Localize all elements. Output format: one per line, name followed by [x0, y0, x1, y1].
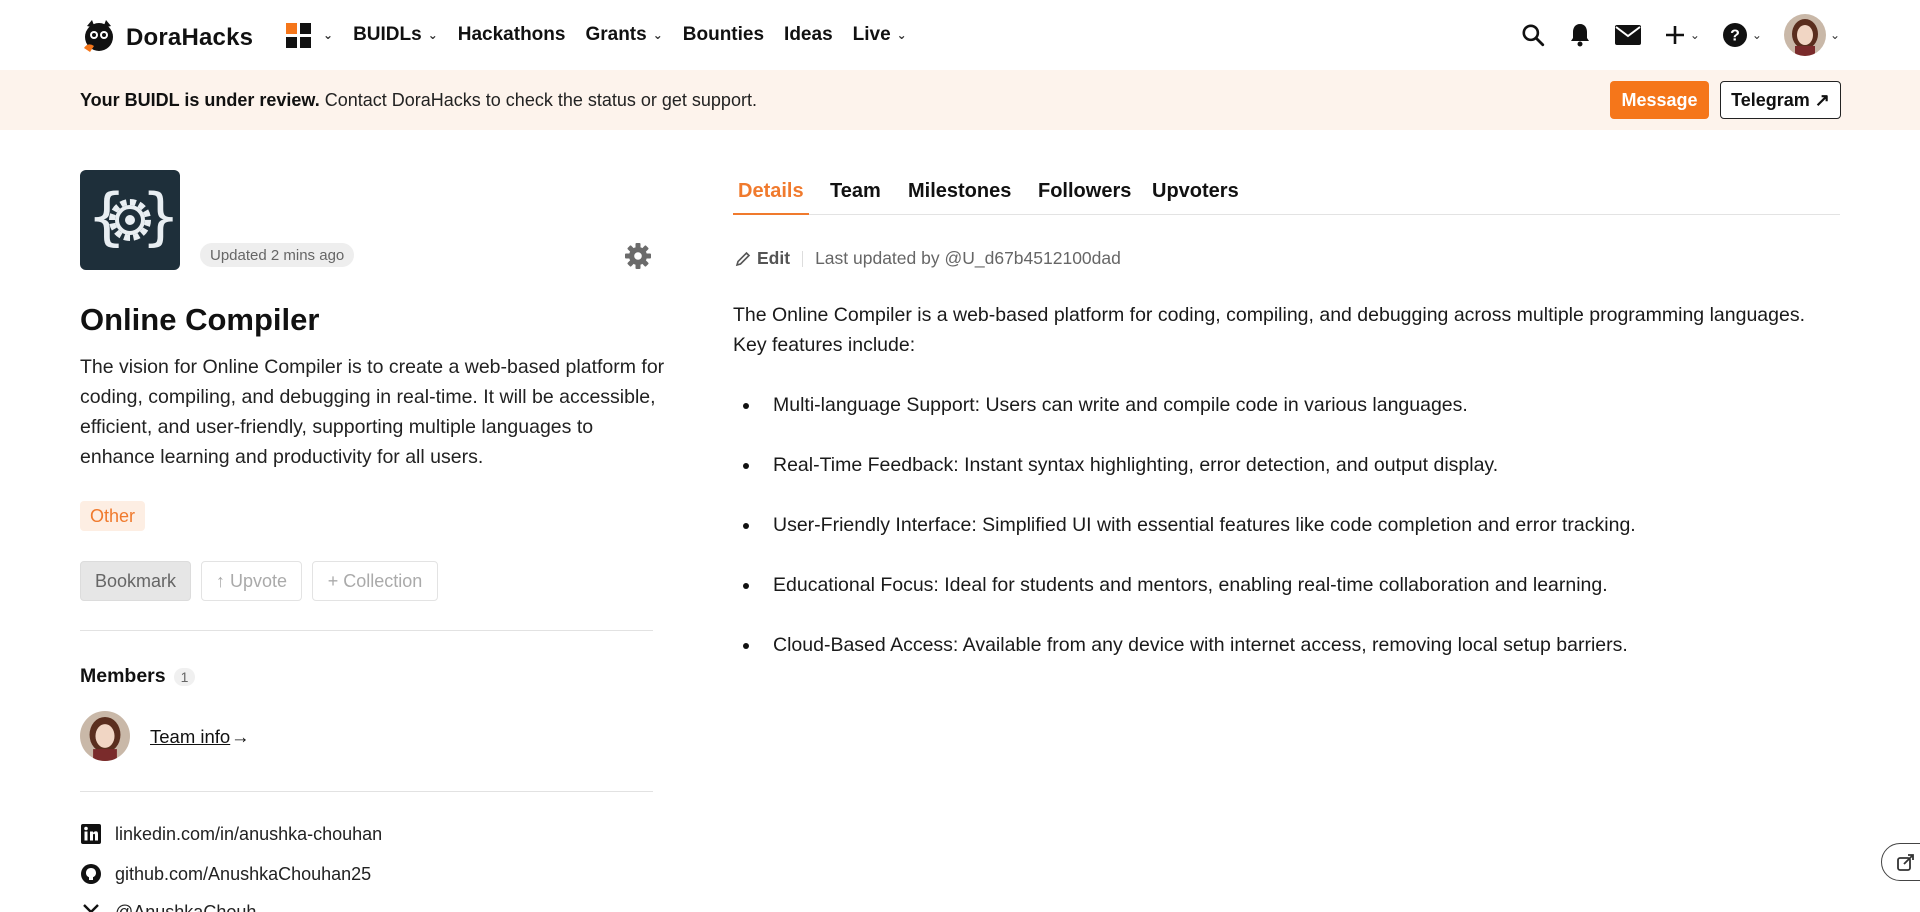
github-url: github.com/AnushkaChouhan25: [115, 863, 372, 884]
members-count-badge: 1: [173, 667, 196, 686]
members-title: Members: [80, 665, 166, 687]
list-item: Educational Focus: Ideal for students an…: [733, 570, 1843, 600]
project-title: Online Compiler: [80, 302, 320, 337]
divider: [80, 630, 653, 631]
chevron-down-icon: ⌄: [323, 28, 334, 42]
brand[interactable]: DoraHacks: [80, 16, 253, 59]
tab-upvoters[interactable]: Upvoters: [1147, 180, 1244, 215]
bookmark-button[interactable]: Bookmark: [80, 561, 191, 601]
brand-name: DoraHacks: [126, 23, 254, 51]
banner-bold: Your BUIDL is under review.: [80, 90, 320, 110]
svg-text:?: ?: [1730, 28, 1740, 45]
arrow-right-icon: →: [231, 726, 250, 747]
project-logo: { }: [80, 170, 180, 270]
github-icon: [80, 863, 102, 885]
create-menu[interactable]: ⌄: [1664, 24, 1700, 46]
chevron-down-icon: ⌄: [1829, 28, 1840, 42]
code-gear-icon: { }: [88, 180, 179, 253]
help-icon: ?: [1722, 23, 1747, 47]
pencil-icon: [735, 251, 751, 266]
nav-item-hackathons[interactable]: Hackathons: [458, 24, 566, 46]
project-description: The vision for Online Compiler is to cre…: [80, 356, 665, 468]
banner-text: Contact DoraHacks to check the status or…: [319, 90, 757, 110]
nav-item-label: BUIDLs: [353, 24, 422, 45]
nav-item-label: Live: [852, 24, 891, 45]
project-tabs: Details Team Milestones Followers Upvote…: [733, 180, 1840, 215]
social-github[interactable]: github.com/AnushkaChouhan25: [80, 863, 371, 885]
gear-icon[interactable]: [624, 242, 652, 270]
chevron-down-icon: ⌄: [1751, 28, 1762, 42]
apps-grid-icon: [286, 22, 311, 48]
nav-item-buidls[interactable]: BUIDLs ⌄: [353, 24, 438, 46]
member-avatar[interactable]: [80, 711, 130, 761]
chevron-down-icon: ⌄: [896, 28, 907, 42]
list-item: Cloud-Based Access: Available from any d…: [733, 630, 1843, 660]
message-button[interactable]: Message: [1610, 81, 1709, 119]
x-handle: @AnushkaChouh...: [115, 901, 272, 912]
nav-actions: ⌄ ? ⌄ ⌄: [1520, 0, 1840, 70]
nav-item-grants[interactable]: Grants ⌄: [585, 24, 662, 46]
avatar: [1783, 14, 1826, 56]
nav-item-bounties[interactable]: Bounties: [683, 24, 764, 46]
share-button[interactable]: [1881, 843, 1920, 881]
chevron-down-icon: ⌄: [652, 28, 663, 42]
linkedin-url: linkedin.com/in/anushka-chouhan: [115, 823, 383, 844]
plus-icon: [1665, 26, 1684, 44]
nav-item-ideas[interactable]: Ideas: [784, 24, 833, 46]
apps-menu[interactable]: ⌄: [286, 22, 334, 48]
list-item: Real-Time Feedback: Instant syntax highl…: [733, 450, 1843, 480]
top-navbar: DoraHacks ⌄ BUIDLs ⌄ Hackathons Grants ⌄…: [0, 0, 1920, 70]
nav-item-label: Ideas: [784, 24, 833, 45]
members-heading: Members 1: [80, 665, 196, 688]
category-tag[interactable]: Other: [80, 501, 146, 531]
telegram-button[interactable]: Telegram ↗: [1720, 81, 1841, 119]
main-nav: ⌄ BUIDLs ⌄ Hackathons Grants ⌄ Bounties …: [286, 0, 927, 70]
tab-followers[interactable]: Followers: [1033, 180, 1136, 215]
nav-item-label: Hackathons: [457, 24, 566, 45]
upvote-button[interactable]: ↑ Upvote: [201, 561, 302, 601]
social-x[interactable]: @AnushkaChouh...: [80, 901, 271, 912]
linkedin-icon: [80, 823, 102, 845]
mail-icon[interactable]: [1614, 24, 1642, 46]
social-linkedin[interactable]: linkedin.com/in/anushka-chouhan: [80, 823, 382, 845]
svg-text:{: {: [88, 180, 125, 253]
edit-label: Edit: [757, 248, 791, 268]
banner-message: Your BUIDL is under review. Contact Dora…: [80, 90, 757, 111]
nav-item-live[interactable]: Live ⌄: [853, 24, 907, 46]
tab-details[interactable]: Details: [733, 180, 809, 215]
list-item: Multi-language Support: Users can write …: [733, 390, 1843, 420]
share-icon: [1897, 854, 1914, 871]
team-info-link[interactable]: Team info: [150, 726, 230, 748]
dorahacks-logo-icon: [80, 16, 118, 59]
feature-list: Multi-language Support: Users can write …: [733, 390, 1843, 690]
list-item: User-Friendly Interface: Simplified UI w…: [733, 510, 1843, 540]
details-intro: The Online Compiler is a web-based platf…: [733, 304, 1805, 356]
bell-icon[interactable]: [1568, 22, 1592, 48]
divider: [802, 250, 804, 267]
updated-badge: Updated 2 mins ago: [200, 243, 355, 267]
last-updated-text: Last updated by @U_d67b4512100dad: [815, 248, 1121, 268]
search-icon[interactable]: [1520, 22, 1546, 48]
help-menu[interactable]: ? ⌄: [1722, 22, 1762, 48]
nav-item-label: Grants: [585, 24, 647, 45]
divider: [80, 791, 653, 792]
user-menu[interactable]: ⌄: [1783, 14, 1840, 56]
x-icon: [80, 901, 102, 912]
edit-row: Edit Last updated by @U_d67b4512100dad: [735, 248, 1121, 269]
tab-team[interactable]: Team: [825, 180, 886, 215]
edit-button[interactable]: Edit: [735, 248, 790, 269]
add-collection-button[interactable]: + Collection: [312, 561, 438, 601]
nav-item-label: Bounties: [682, 24, 765, 45]
chevron-down-icon: ⌄: [427, 28, 438, 42]
chevron-down-icon: ⌄: [1689, 28, 1700, 42]
tab-milestones[interactable]: Milestones: [903, 180, 1016, 215]
